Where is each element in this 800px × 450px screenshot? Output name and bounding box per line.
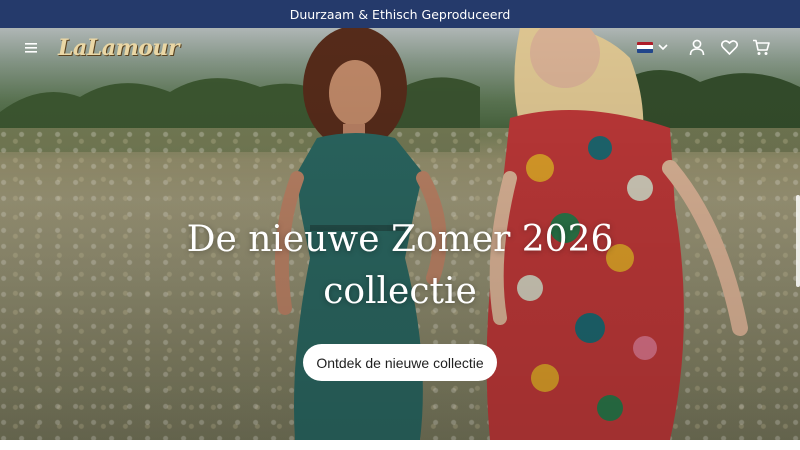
discover-collection-button[interactable]: Ontdek de nieuwe collectie <box>303 344 497 381</box>
page-content-below <box>0 440 800 450</box>
account-button[interactable] <box>686 34 708 60</box>
header-actions <box>637 34 772 60</box>
site-logo[interactable]: LaLamour <box>58 35 180 61</box>
hero-title-line-1: De nieuwe Zomer 2026 <box>186 219 614 260</box>
chevron-down-icon <box>658 43 668 50</box>
heart-icon <box>720 39 738 55</box>
site-header: LaLamour <box>0 28 800 68</box>
user-icon <box>689 39 705 55</box>
announcement-bar: Duurzaam & Ethisch Geproduceerd <box>0 0 800 28</box>
hero-title-line-2: collectie <box>323 271 477 312</box>
scrollbar[interactable] <box>796 195 800 287</box>
hero-title: De nieuwe Zomer 2026 collectie <box>0 214 800 318</box>
announcement-text: Duurzaam & Ethisch Geproduceerd <box>289 6 511 22</box>
menu-button[interactable] <box>16 33 46 63</box>
flag-icon <box>637 41 653 53</box>
menu-icon <box>25 43 37 53</box>
language-selector[interactable] <box>637 41 668 53</box>
wishlist-button[interactable] <box>718 34 740 60</box>
cart-icon <box>753 39 770 55</box>
cart-button[interactable] <box>750 34 772 60</box>
